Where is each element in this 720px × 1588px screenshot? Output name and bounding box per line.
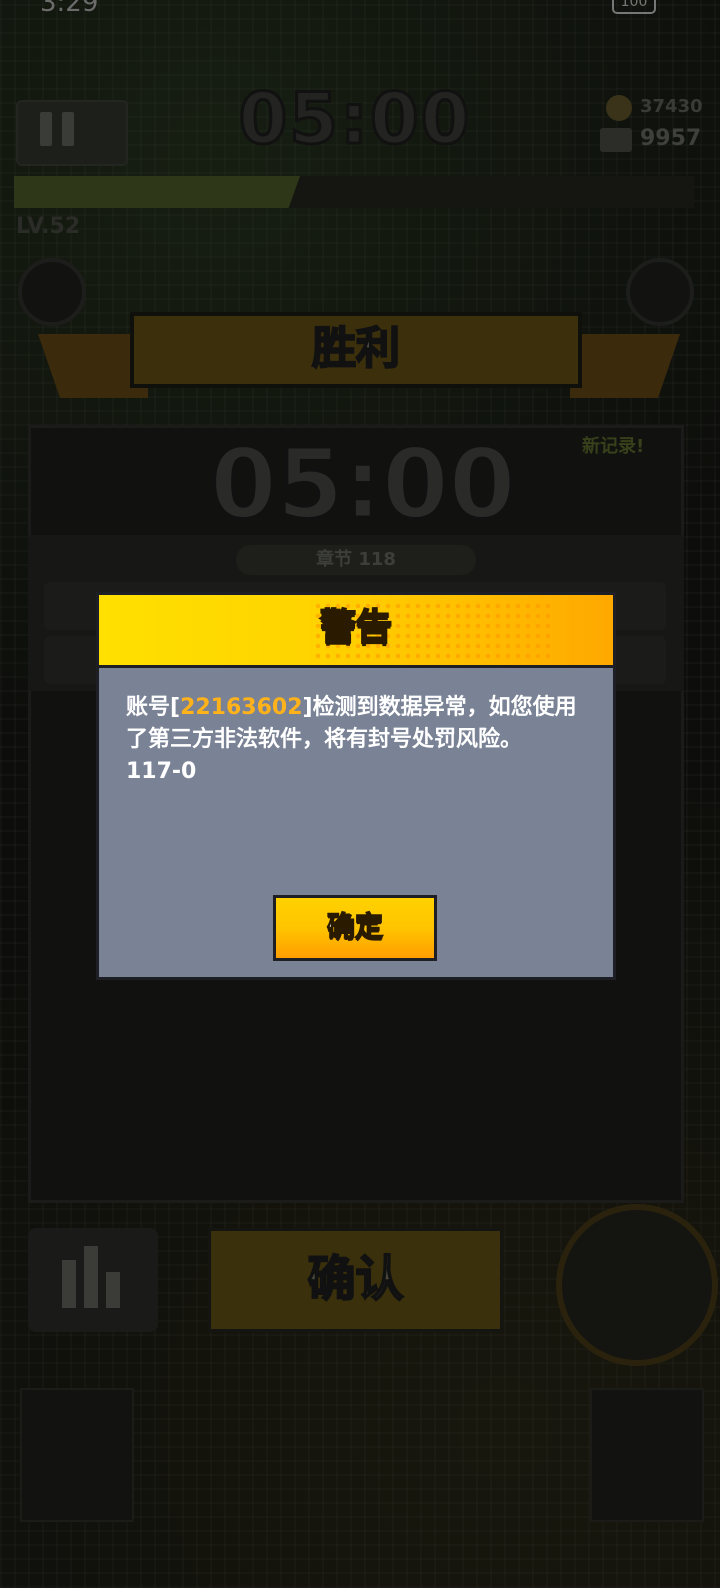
game-timer: 05:00 — [237, 77, 472, 162]
slot-left — [20, 1388, 134, 1522]
error-code: 117-0 — [126, 759, 197, 784]
warning-dialog: 警告 账号[22163602]检测到数据异常，如您使用了第三方非法软件，将有封号… — [96, 592, 616, 980]
coin-icon — [606, 95, 632, 121]
skill-orb-left — [18, 258, 86, 326]
confirm-button[interactable]: 确认 — [208, 1228, 503, 1332]
gem-count: 9957 — [640, 126, 702, 151]
bar-chart-icon-bar — [106, 1272, 120, 1308]
gem-icon — [600, 128, 632, 152]
result-time: 05:00 — [209, 427, 518, 542]
yin-yang-icon — [556, 1204, 718, 1366]
dialog-message: 账号[22163602]检测到数据异常，如您使用了第三方非法软件，将有封号处罚风… — [126, 692, 596, 788]
chapter-label: 章节 118 — [236, 545, 476, 575]
bar-chart-icon-bar — [84, 1246, 98, 1308]
victory-banner: 胜利 — [130, 312, 582, 388]
pause-icon-bar — [62, 112, 74, 146]
pause-icon — [40, 112, 52, 146]
xp-bar-fill — [14, 176, 300, 208]
stats-button[interactable] — [28, 1228, 158, 1332]
pause-button[interactable] — [16, 100, 128, 166]
account-id: 22163602 — [180, 695, 303, 720]
skill-orb-right — [626, 258, 694, 326]
bar-chart-icon — [62, 1260, 76, 1308]
slot-right — [590, 1388, 704, 1522]
player-level: LV.52 — [16, 214, 81, 239]
battery-icon: 100 — [612, 0, 656, 14]
dialog-title: 警告 — [319, 606, 393, 649]
ok-button[interactable]: 确定 — [273, 895, 437, 961]
status-time: 3:29 — [40, 0, 99, 18]
new-record-label: 新记录! — [582, 436, 645, 457]
message-prefix: 账号[ — [126, 695, 181, 720]
coin-count: 37430 — [640, 96, 703, 117]
